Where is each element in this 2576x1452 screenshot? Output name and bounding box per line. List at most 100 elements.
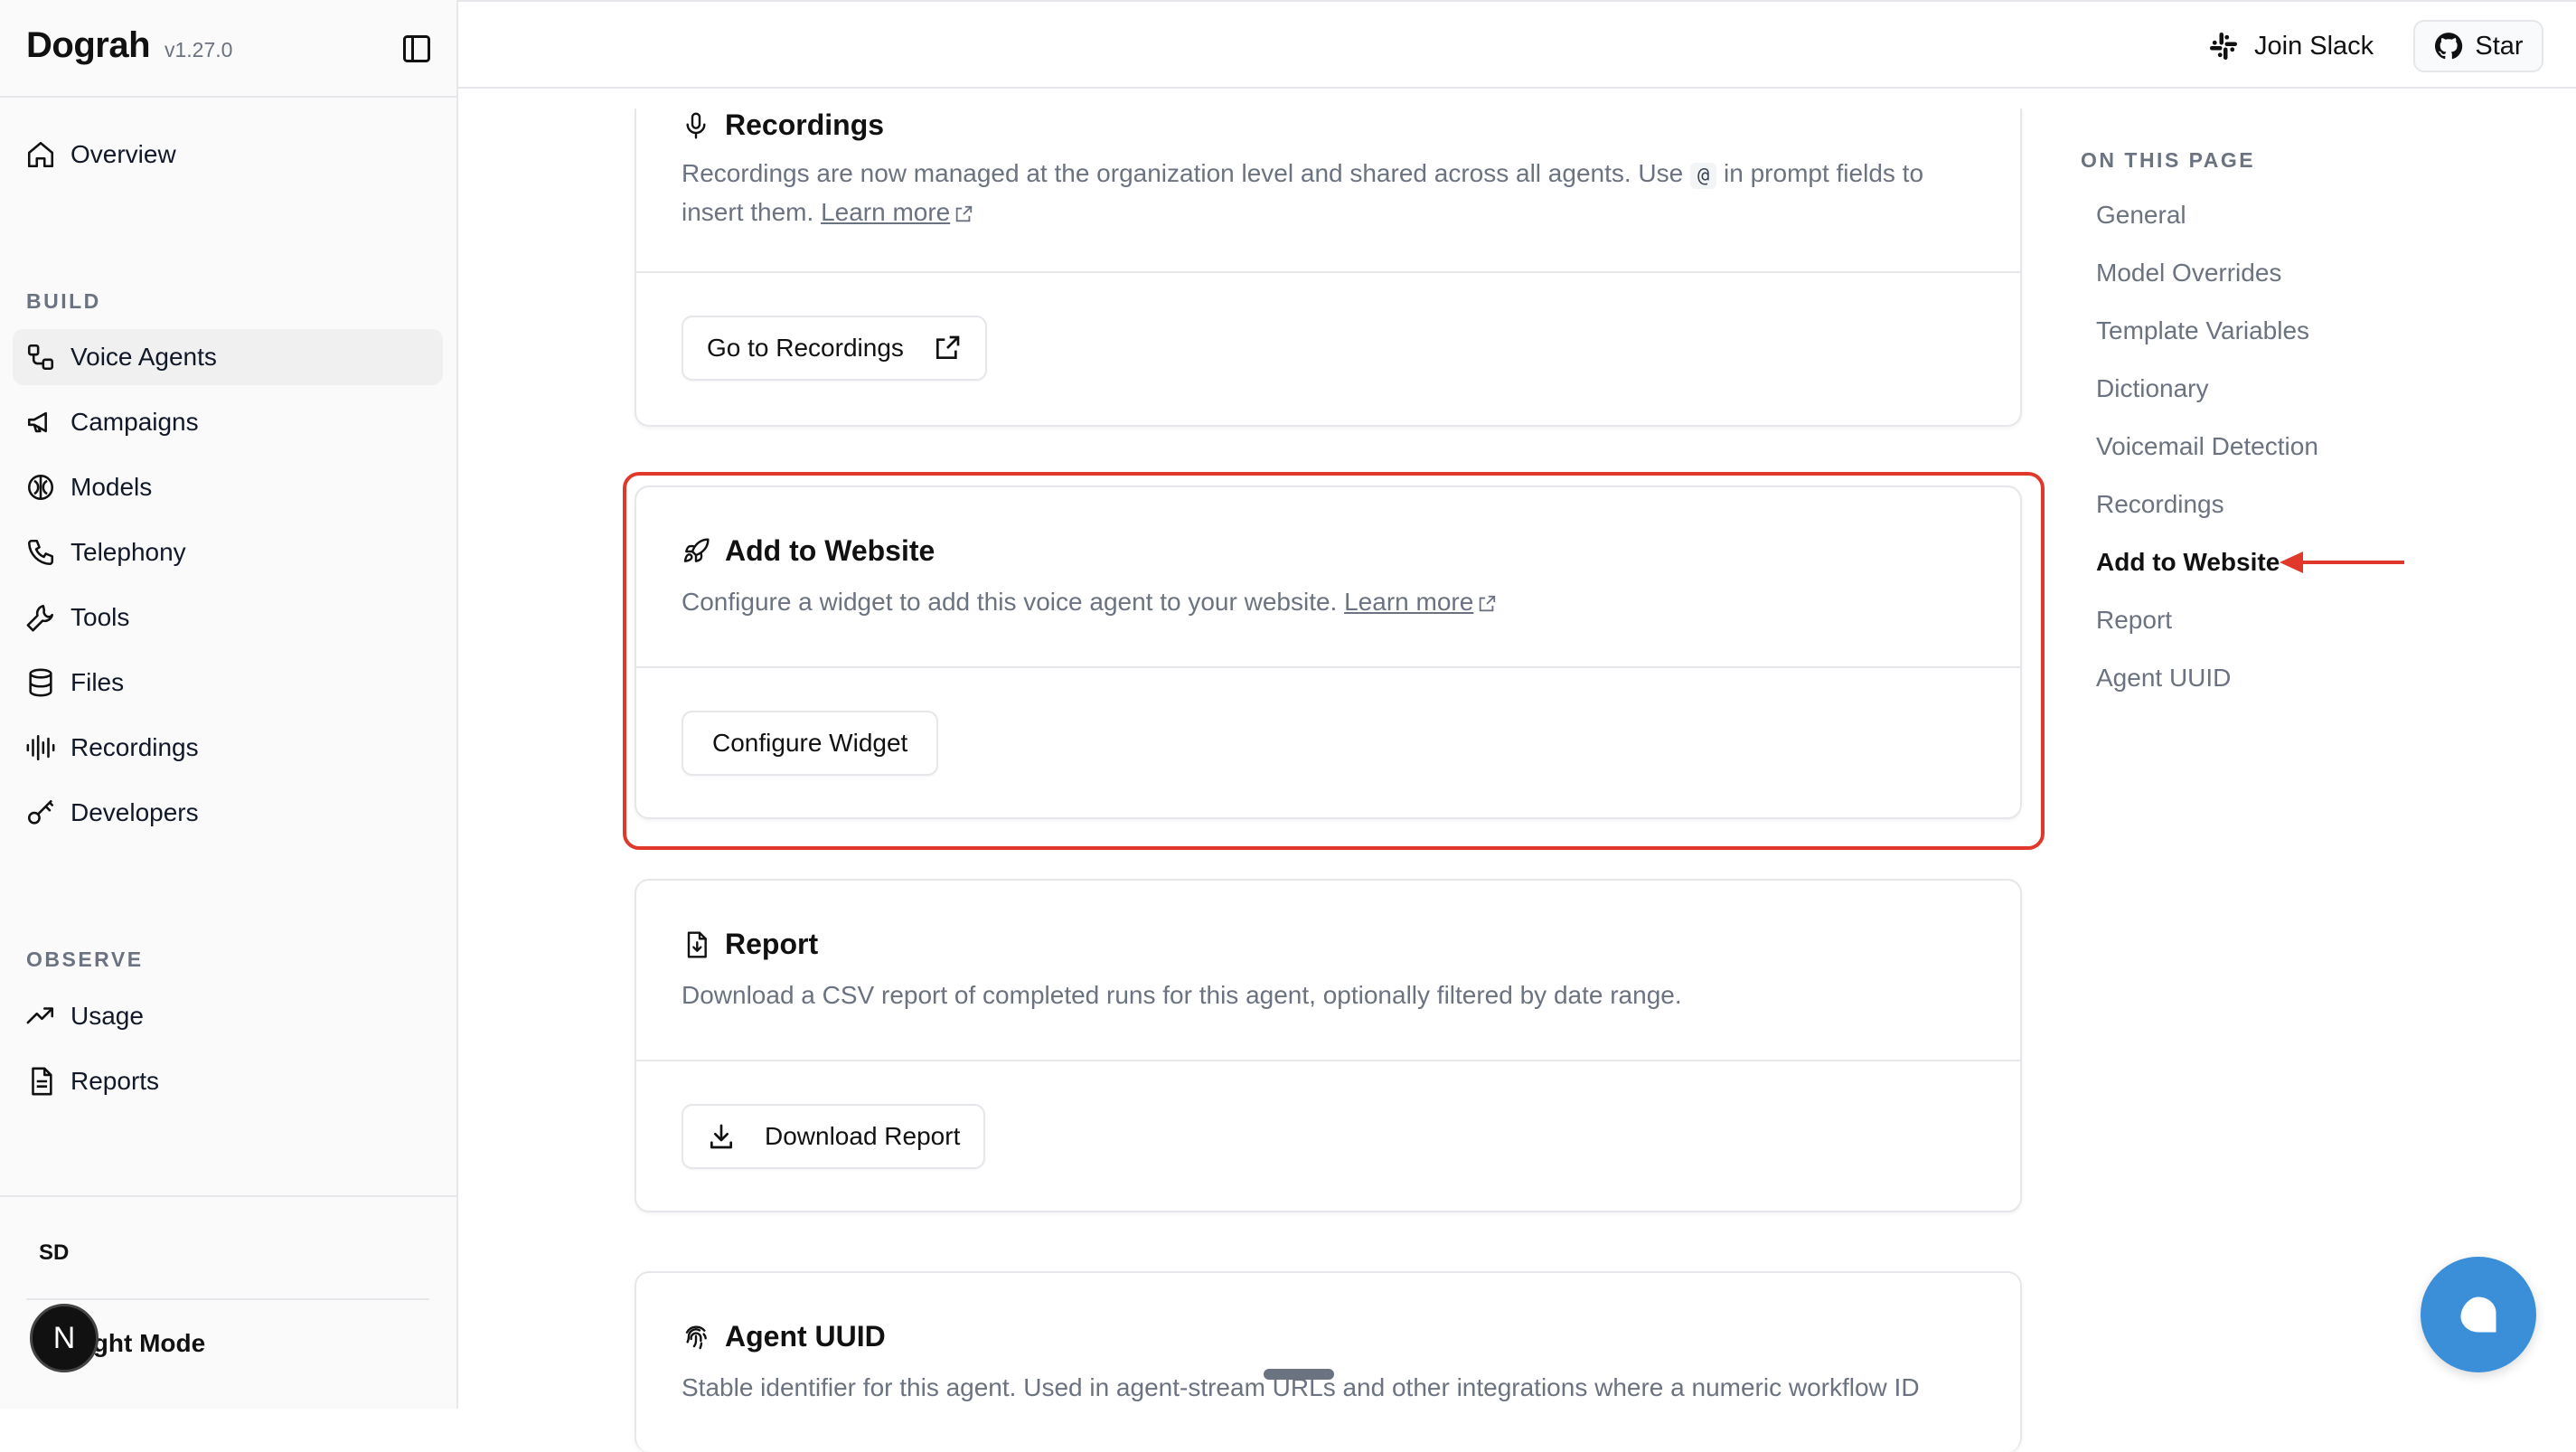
sidebar-item-usage[interactable]: Usage xyxy=(13,988,443,1044)
theme-toggle-label: ight Mode xyxy=(86,1329,206,1357)
mic-icon xyxy=(686,111,706,139)
download-report-label: Download Report xyxy=(765,1122,961,1150)
sidebar-item-telephony[interactable]: Telephony xyxy=(13,524,443,580)
megaphone-icon xyxy=(27,411,47,433)
external-link-icon xyxy=(1480,595,1496,611)
rocket-icon xyxy=(683,537,710,562)
report-card-header: Report xyxy=(682,928,818,961)
slack-icon xyxy=(2210,33,2237,60)
key-icon xyxy=(27,799,54,825)
sidebar-item-label: Voice Agents xyxy=(71,343,217,371)
audio-lines-icon xyxy=(26,734,55,761)
sidebar-item-label: Overview xyxy=(71,140,176,168)
sidebar-item-recordings[interactable]: Recordings xyxy=(13,720,443,776)
join-slack-label: Join Slack xyxy=(2254,31,2374,61)
fingerprint-icon xyxy=(685,1325,707,1349)
chat-icon xyxy=(2460,1296,2496,1333)
annotation-arrow-icon xyxy=(2280,552,2404,573)
sidebar-item-voice-agents[interactable]: Voice Agents xyxy=(13,329,443,385)
configure-widget-button[interactable]: Configure Widget xyxy=(682,711,939,776)
add-to-website-card: Add to Website Configure a widget to add… xyxy=(635,486,2022,819)
sidebar-item-label: Reports xyxy=(71,1067,160,1095)
go-to-recordings-label: Go to Recordings xyxy=(707,334,904,362)
external-link-icon xyxy=(935,335,960,359)
recordings-card-header: Recordings xyxy=(682,108,884,142)
toc-item-dictionary[interactable]: Dictionary xyxy=(2096,374,2208,403)
file-download-icon xyxy=(687,930,707,958)
sidebar-divider xyxy=(0,96,456,98)
report-card-title: Report xyxy=(725,928,819,960)
sidebar-divider xyxy=(26,1298,429,1300)
learn-more-link[interactable]: Learn more xyxy=(1344,588,1473,616)
dev-tools-badge[interactable]: N xyxy=(30,1304,99,1372)
sidebar-item-campaigns[interactable]: Campaigns xyxy=(13,394,443,450)
sidebar-item-developers[interactable]: Developers xyxy=(13,785,443,841)
at-symbol-code: @ xyxy=(1690,163,1717,189)
github-star-button[interactable]: Star xyxy=(2413,20,2543,72)
toc-item-general[interactable]: General xyxy=(2096,201,2186,230)
card-divider xyxy=(636,666,2020,668)
sidebar-item-files[interactable]: Files xyxy=(13,655,443,711)
go-to-recordings-button[interactable]: Go to Recordings xyxy=(682,316,987,381)
card-divider xyxy=(636,271,2020,273)
sidebar-item-models[interactable]: Models xyxy=(13,459,443,515)
configure-widget-label: Configure Widget xyxy=(712,729,908,757)
agent-uuid-card-header: Agent UUID xyxy=(682,1320,886,1353)
chat-widget-button[interactable] xyxy=(2421,1257,2536,1372)
sidebar-item-label: Developers xyxy=(71,798,199,826)
agent-uuid-card: Agent UUID Stable identifier for this ag… xyxy=(635,1271,2022,1452)
brand-name: Dograh xyxy=(26,25,151,65)
file-text-icon xyxy=(32,1067,52,1096)
download-report-button[interactable]: Download Report xyxy=(682,1104,986,1169)
description-text: Configure a widget to add this voice age… xyxy=(682,588,1338,616)
learn-more-link[interactable]: Learn more xyxy=(821,198,950,226)
recordings-card-title: Recordings xyxy=(725,108,885,141)
brain-icon xyxy=(27,474,54,501)
sidebar-item-overview[interactable]: Overview xyxy=(13,127,443,183)
download-icon xyxy=(710,1124,732,1149)
top-bar: Join Slack Star xyxy=(458,0,2576,89)
toc-item-report[interactable]: Report xyxy=(2096,606,2172,635)
sidebar-item-label: Models xyxy=(71,473,153,501)
toc-item-model-overrides[interactable]: Model Overrides xyxy=(2096,259,2281,288)
description-text: Recordings are now managed at the organi… xyxy=(682,159,1684,187)
scroll-handle[interactable] xyxy=(1264,1369,1334,1380)
report-card: Report Download a CSV report of complete… xyxy=(635,879,2022,1212)
observe-section-heading: OBSERVE xyxy=(26,948,144,971)
toc-item-agent-uuid[interactable]: Agent UUID xyxy=(2096,664,2231,693)
toc-item-add-to-website[interactable]: Add to Website xyxy=(2096,548,2280,577)
workflow-icon xyxy=(27,344,54,371)
sidebar-item-label: Usage xyxy=(71,1002,144,1030)
trending-up-icon xyxy=(26,1007,54,1024)
join-slack-link[interactable]: Join Slack xyxy=(2207,25,2374,67)
sidebar: Dograh v1.27.0 Overview BUILD Voice Agen… xyxy=(0,0,458,1409)
build-section-heading: BUILD xyxy=(26,289,101,313)
add-to-website-card-header: Add to Website xyxy=(682,534,935,568)
toc-item-recordings[interactable]: Recordings xyxy=(2096,490,2224,519)
recordings-card-description: Recordings are now managed at the organi… xyxy=(682,156,1975,231)
sidebar-item-label: Campaigns xyxy=(71,408,199,436)
sidebar-item-label: Recordings xyxy=(71,733,199,761)
sidebar-item-reports[interactable]: Reports xyxy=(13,1053,443,1109)
recordings-card: Recordings Recordings are now managed at… xyxy=(635,108,2022,427)
phone-icon xyxy=(27,539,54,566)
home-icon xyxy=(27,141,54,168)
report-card-description: Download a CSV report of completed runs … xyxy=(682,981,1682,1009)
brand-version: v1.27.0 xyxy=(165,38,233,61)
add-to-website-card-title: Add to Website xyxy=(725,534,935,567)
toc-item-template-variables[interactable]: Template Variables xyxy=(2096,316,2309,345)
sidebar-item-label: Tools xyxy=(71,603,130,631)
sidebar-divider xyxy=(0,1195,456,1197)
add-to-website-card-description: Configure a widget to add this voice age… xyxy=(682,584,1975,620)
panel-left-icon xyxy=(403,35,430,62)
external-link-icon xyxy=(956,205,973,222)
database-icon xyxy=(29,668,52,697)
sidebar-item-tools[interactable]: Tools xyxy=(13,589,443,646)
card-divider xyxy=(636,1060,2020,1061)
user-initials[interactable]: SD xyxy=(39,1240,69,1266)
github-icon xyxy=(2435,33,2463,60)
toc-item-voicemail-detection[interactable]: Voicemail Detection xyxy=(2096,432,2318,461)
brand[interactable]: Dograh v1.27.0 xyxy=(26,25,232,74)
sidebar-item-label: Telephony xyxy=(71,538,186,566)
sidebar-toggle-button[interactable] xyxy=(400,33,433,65)
